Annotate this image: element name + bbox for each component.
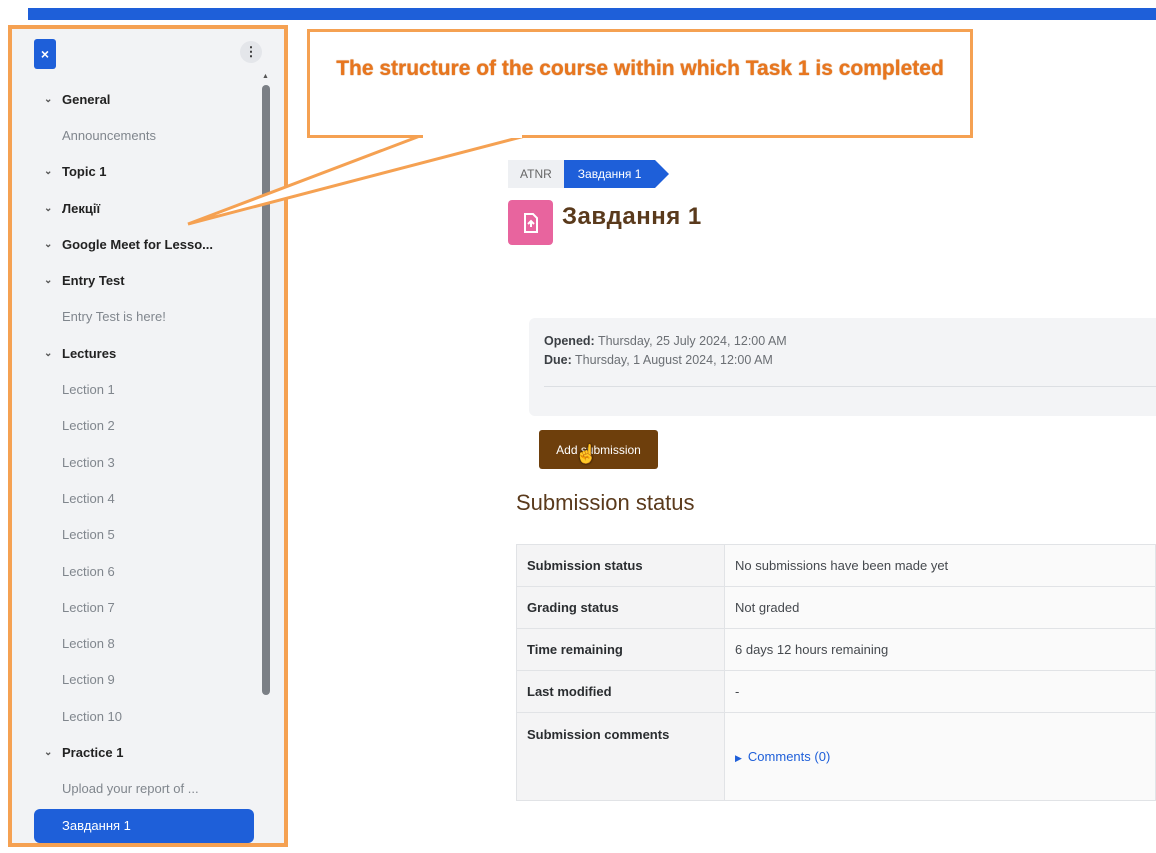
comments-toggle[interactable]: ▶ Comments (0) (735, 749, 830, 764)
annotation-text: The structure of the course within which… (336, 57, 944, 80)
course-section-item[interactable]: ⌄ Лекції (12, 190, 262, 226)
annotation-callout: The structure of the course within which… (307, 29, 973, 138)
course-item-label: Завдання 1 (62, 818, 131, 834)
course-item-label: Entry Test is here! (62, 309, 166, 325)
course-activity-item[interactable]: Lection 2 (12, 408, 262, 444)
submission-comments-cell: ▶ Comments (0) (724, 712, 1156, 801)
close-drawer-button[interactable]: × (34, 39, 56, 69)
chevron-down-icon[interactable]: ⌄ (44, 275, 62, 286)
course-item-label: Lection 3 (62, 454, 115, 470)
drawer-menu-button[interactable]: ⋮ (240, 41, 262, 63)
course-activity-item[interactable]: Entry Test is here! (12, 299, 262, 335)
course-section-item[interactable]: ⌄ Entry Test (12, 262, 262, 298)
close-icon: × (40, 46, 50, 62)
submission-comments-label: Submission comments (516, 712, 725, 801)
opened-label: Opened: (544, 334, 595, 348)
course-activity-item[interactable]: Lection 10 (12, 698, 262, 734)
breadcrumb: ATNR Завдання 1 (508, 160, 669, 188)
submission-status-heading: Submission status (516, 490, 695, 515)
course-item-label: Entry Test (62, 273, 125, 289)
due-date: Due: Thursday, 1 August 2024, 12:00 AM (544, 353, 1141, 367)
divider (544, 386, 1156, 387)
scroll-up-arrow-icon[interactable]: ▲ (262, 73, 269, 80)
due-label: Due: (544, 353, 572, 367)
table-row: Time remaining 6 days 12 hours remaining (516, 628, 1156, 671)
course-item-label: Lection 10 (62, 708, 122, 724)
course-item-label: Лекції (62, 200, 101, 216)
course-section-item[interactable]: ⌄ General (12, 81, 262, 117)
course-activity-item[interactable]: Announcements (12, 117, 262, 153)
course-item-label: Practice 1 (62, 744, 124, 760)
course-item-label: Google Meet for Lesso... (62, 236, 213, 252)
kebab-menu-icon: ⋮ (244, 44, 258, 59)
course-activity-item[interactable]: Lection 9 (12, 662, 262, 698)
status-row-value: No submissions have been made yet (724, 544, 1156, 587)
table-row: Last modified - (516, 670, 1156, 713)
course-activity-item[interactable]: Lection 7 (12, 589, 262, 625)
add-submission-button[interactable]: Add submission (539, 430, 658, 469)
activity-dates: Opened: Thursday, 25 July 2024, 12:00 AM… (529, 318, 1156, 416)
course-index-drawer: × ⋮ ▲ ⌄ General Announcements ⌄ Topic 1 ⌄ Лекц… (8, 25, 288, 847)
status-row-value: 6 days 12 hours remaining (724, 628, 1156, 671)
course-section-item[interactable]: ⌄ Google Meet for Lesso... (12, 226, 262, 262)
breadcrumb-course-link[interactable]: ATNR (508, 160, 564, 188)
chevron-down-icon[interactable]: ⌄ (44, 348, 62, 359)
due-value: Thursday, 1 August 2024, 12:00 AM (575, 353, 773, 367)
status-row-value: Not graded (724, 586, 1156, 629)
course-item-label: Lection 6 (62, 563, 115, 579)
course-activity-item[interactable]: Lection 8 (12, 625, 262, 661)
course-section-item[interactable]: ⌄ Lectures (12, 335, 262, 371)
chevron-down-icon[interactable]: ⌄ (44, 747, 62, 758)
course-item-label: Lectures (62, 345, 117, 361)
course-index-list: ⌄ General Announcements ⌄ Topic 1 ⌄ Лекції ⌄ Goo… (12, 81, 262, 843)
course-item-label: Announcements (62, 127, 156, 143)
page-title: Завдання 1 (562, 203, 702, 230)
course-item-label: Lection 1 (62, 382, 115, 398)
assignment-icon (508, 200, 553, 245)
course-item-label: Lection 7 (62, 599, 115, 615)
course-activity-item-active[interactable]: Завдання 1 (34, 808, 254, 843)
course-activity-item[interactable]: Lection 6 (12, 553, 262, 589)
chevron-down-icon[interactable]: ⌄ (44, 166, 62, 177)
drawer-scrollbar[interactable] (262, 85, 270, 695)
course-item-label: Lection 9 (62, 672, 115, 688)
opened-date: Opened: Thursday, 25 July 2024, 12:00 AM (544, 334, 1141, 348)
course-activity-item[interactable]: Lection 3 (12, 444, 262, 480)
course-activity-item[interactable]: Upload your report of ... (12, 771, 262, 807)
status-row-value: - (724, 670, 1156, 713)
breadcrumb-current: Завдання 1 (563, 160, 669, 188)
table-row: Submission status No submissions have bee… (516, 544, 1156, 587)
status-row-label: Submission status (516, 544, 725, 587)
course-section-item[interactable]: ⌄ Topic 1 (12, 154, 262, 190)
course-item-label: Lection 4 (62, 490, 115, 506)
opened-value: Thursday, 25 July 2024, 12:00 AM (597, 334, 787, 348)
chevron-down-icon[interactable]: ⌄ (44, 203, 62, 214)
course-item-label: Upload your report of ... (62, 781, 199, 797)
status-row-label: Time remaining (516, 628, 725, 671)
course-activity-item[interactable]: Lection 4 (12, 480, 262, 516)
course-activity-item[interactable]: Lection 1 (12, 371, 262, 407)
comments-link-text: Comments (0) (747, 749, 831, 764)
top-navbar (28, 8, 1156, 20)
caret-right-icon: ▶ (735, 753, 742, 763)
submission-status-table: Submission status No submissions have bee… (516, 544, 1156, 801)
chevron-down-icon[interactable]: ⌄ (44, 94, 62, 105)
chevron-down-icon[interactable]: ⌄ (44, 239, 62, 250)
course-activity-item[interactable]: Lection 5 (12, 517, 262, 553)
course-item-label: Lection 2 (62, 418, 115, 434)
course-item-label: Lection 5 (62, 527, 115, 543)
table-row: Grading status Not graded (516, 586, 1156, 629)
course-item-label: Lection 8 (62, 636, 115, 652)
course-item-label: General (62, 91, 111, 107)
status-row-label: Last modified (516, 670, 725, 713)
status-row-label: Grading status (516, 586, 725, 629)
course-section-item[interactable]: ⌄ Practice 1 (12, 734, 262, 770)
table-row: Submission comments ▶ Comments (0) (516, 712, 1156, 801)
course-item-label: Topic 1 (62, 164, 107, 180)
